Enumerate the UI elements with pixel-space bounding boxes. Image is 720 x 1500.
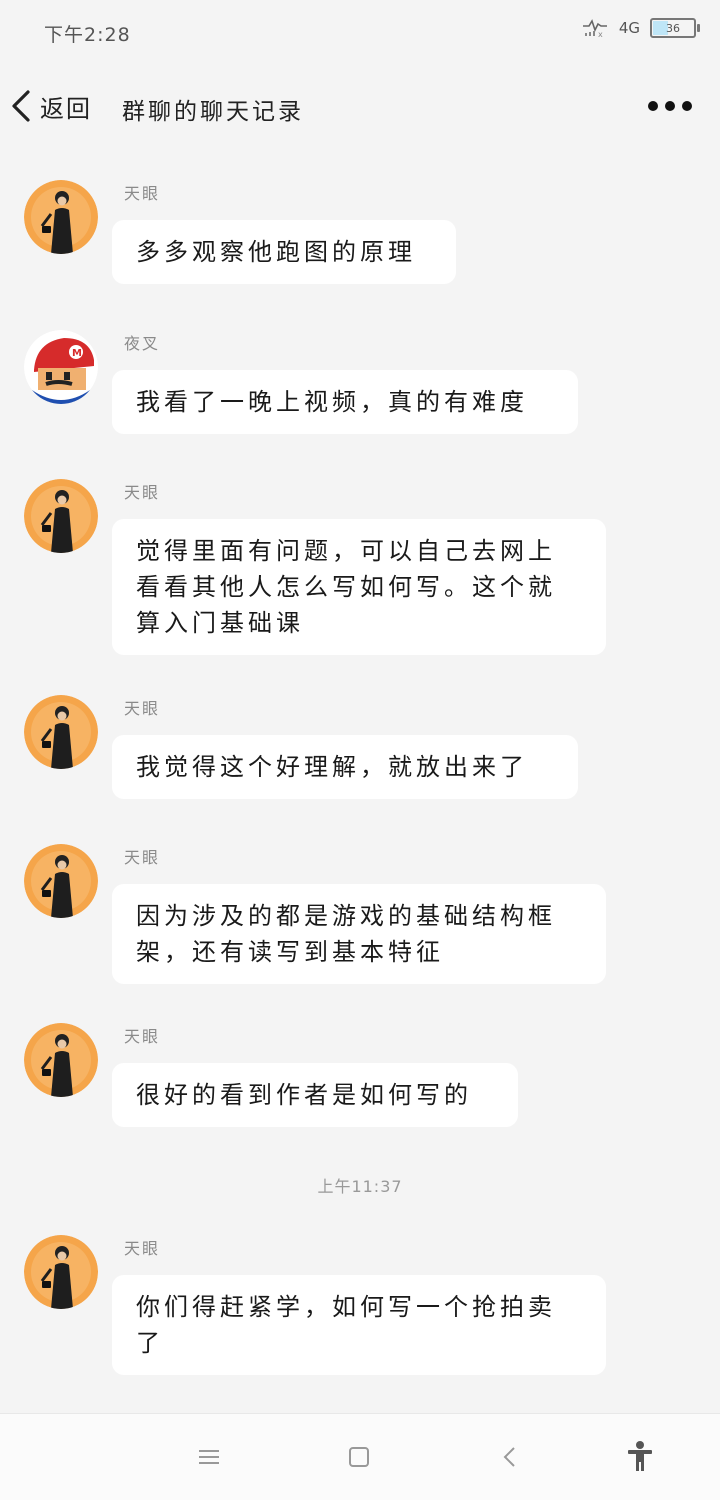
message-bubble[interactable]: 我看了一晚上视频，真的有难度	[112, 370, 578, 434]
mario-avatar[interactable]: M	[24, 330, 98, 404]
svg-text:x: x	[598, 30, 603, 38]
page-title: 群聊的聊天记录	[122, 99, 304, 125]
back-label: 返回	[40, 94, 92, 123]
battery-level: 36	[666, 21, 680, 35]
accessibility-icon[interactable]	[626, 1440, 654, 1476]
time-divider: 上午11:37	[317, 1177, 403, 1196]
sender-name: 天眼	[124, 483, 161, 502]
message-bubble[interactable]: 我觉得这个好理解，就放出来了	[112, 735, 578, 799]
woman-black-dress-avatar[interactable]	[24, 479, 98, 553]
woman-black-dress-avatar[interactable]	[24, 695, 98, 769]
message-bubble[interactable]: 多多观察他跑图的原理	[112, 220, 456, 284]
woman-black-dress-avatar[interactable]	[24, 180, 98, 254]
sender-name: 天眼	[124, 699, 161, 718]
woman-black-dress-avatar[interactable]	[24, 844, 98, 918]
sender-name: 天眼	[124, 1239, 161, 1258]
woman-black-dress-avatar[interactable]	[24, 1235, 98, 1309]
system-nav-bar	[0, 1413, 720, 1500]
network-type: 4G	[618, 19, 640, 37]
sender-name: 夜叉	[124, 334, 161, 353]
battery-icon: 36	[650, 18, 700, 38]
message-bubble[interactable]: 因为涉及的都是游戏的基础结构框架，还有读写到基本特征	[112, 884, 606, 984]
signal-icon: x	[581, 18, 609, 39]
chevron-left-icon	[12, 90, 30, 122]
more-dot-icon	[648, 101, 658, 111]
menu-icon[interactable]	[198, 1448, 220, 1470]
sender-name: 天眼	[124, 184, 161, 203]
message-bubble[interactable]: 很好的看到作者是如何写的	[112, 1063, 518, 1127]
message-bubble[interactable]: 觉得里面有问题，可以自己去网上看看其他人怎么写如何写。这个就算入门基础课	[112, 519, 606, 655]
back-chevron-icon[interactable]	[502, 1446, 518, 1472]
status-indicators: x 4G 36	[581, 18, 700, 39]
sender-name: 天眼	[124, 848, 161, 867]
nav-bar: 返回 群聊的聊天记录	[0, 64, 720, 148]
more-dot-icon	[682, 101, 692, 111]
woman-black-dress-avatar[interactable]	[24, 1023, 98, 1097]
status-time: 下午2:28	[44, 24, 131, 46]
more-options-button[interactable]	[648, 94, 692, 118]
home-square-icon[interactable]	[348, 1446, 370, 1472]
status-bar: 下午2:28 x 4G 36	[0, 0, 720, 64]
message-bubble[interactable]: 你们得赶紧学，如何写一个抢拍卖了	[112, 1275, 606, 1375]
svg-text:M: M	[72, 348, 82, 359]
more-dot-icon	[665, 101, 675, 111]
sender-name: 天眼	[124, 1027, 161, 1046]
back-button[interactable]: 返回	[8, 84, 92, 128]
